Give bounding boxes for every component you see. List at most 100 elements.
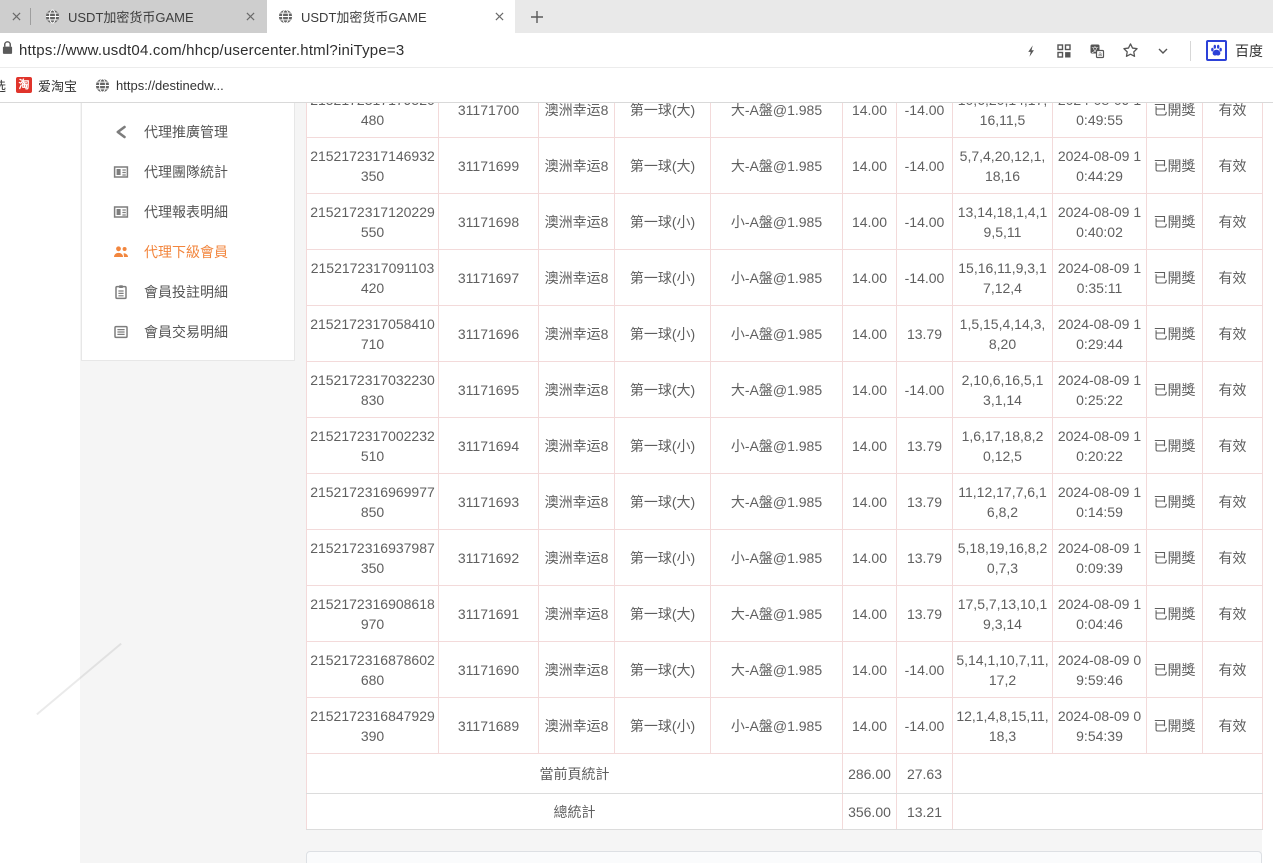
translate-icon[interactable]: 文a [1087, 40, 1107, 62]
cell-result: 1,6,17,18,8,20,12,5 [953, 418, 1053, 474]
cell-content: 大-A盤@1.985 [711, 362, 843, 418]
table-row: 215217231687860268031171690澳洲幸运8第一球(大)大-… [307, 642, 1263, 698]
cell-win-loss: 13.79 [897, 530, 953, 586]
sidebar-item[interactable]: 代理報表明細 [82, 192, 294, 232]
baidu-button[interactable]: 百度 [1206, 33, 1263, 68]
cell-valid: 有效 [1203, 698, 1263, 754]
sidebar-item-label: 會員交易明細 [144, 322, 228, 342]
cell-amount: 14.00 [843, 362, 897, 418]
bookmark-label: 爱淘宝 [38, 76, 77, 95]
cell-valid: 有效 [1203, 306, 1263, 362]
baidu-label: 百度 [1235, 41, 1263, 61]
cell-status: 已開獎 [1147, 586, 1203, 642]
cell-content: 小-A盤@1.985 [711, 418, 843, 474]
close-icon[interactable] [240, 7, 260, 27]
table-row: 215217231709110342031171697澳洲幸运8第一球(小)小-… [307, 250, 1263, 306]
cell-game: 澳洲幸运8 [539, 138, 615, 194]
cell-status: 已開獎 [1147, 530, 1203, 586]
close-icon[interactable] [489, 7, 509, 27]
cell-play: 第一球(大) [615, 474, 711, 530]
cell-valid: 有效 [1203, 103, 1263, 138]
cell-win-loss: -14.00 [897, 642, 953, 698]
sidebar-item[interactable]: 會員交易明細 [82, 312, 294, 352]
cell-time: 2024-08-09 10:20:22 [1053, 418, 1147, 474]
summary-amount: 286.00 [843, 754, 897, 794]
qr-grid-icon[interactable] [1054, 40, 1074, 62]
cell-result: 17,5,7,13,10,19,3,14 [953, 586, 1053, 642]
bookmark-item[interactable]: 选 [0, 76, 6, 95]
cell-play: 第一球(大) [615, 138, 711, 194]
cell-status: 已開獎 [1147, 250, 1203, 306]
cell-result: 5,7,4,20,12,1,18,16 [953, 138, 1053, 194]
tab-usdt-game-2-active[interactable]: USDT加密货币GAME [267, 0, 515, 33]
cell-amount: 14.00 [843, 474, 897, 530]
users-icon [112, 244, 129, 261]
cell-result: 5,18,19,16,8,20,7,3 [953, 530, 1053, 586]
cell-time: 2024-08-09 10:14:59 [1053, 474, 1147, 530]
taobao-icon: 淘 [16, 77, 32, 93]
summary-row: 總統計356.0013.21 [307, 794, 1263, 830]
close-icon[interactable] [6, 6, 26, 26]
tab-bar: USDT加密货币GAME USDT加密货币GAME [0, 0, 1273, 33]
sidebar-item-label: 代理團隊統計 [144, 162, 228, 182]
cell-win-loss: -14.00 [897, 698, 953, 754]
cell-time: 2024-08-09 10:44:29 [1053, 138, 1147, 194]
lock-icon [2, 40, 13, 60]
cell-order-no: 2152172317091103420 [307, 250, 439, 306]
cell-period: 31171696 [439, 306, 539, 362]
cell-amount: 14.00 [843, 530, 897, 586]
bookmark-label: 选 [0, 76, 6, 95]
summary-empty [953, 794, 1263, 830]
cell-win-loss: -14.00 [897, 362, 953, 418]
clipboard-icon [112, 284, 129, 301]
bet-table-body: 215217231717952048031171700澳洲幸运8第一球(大)大-… [307, 103, 1263, 830]
cell-result: 15,16,11,9,3,17,12,4 [953, 250, 1053, 306]
cell-period: 31171691 [439, 586, 539, 642]
cell-time: 2024-08-09 10:35:11 [1053, 250, 1147, 306]
cell-status: 已開獎 [1147, 306, 1203, 362]
tab-usdt-game-1[interactable]: USDT加密货币GAME [34, 0, 266, 33]
bookmark-item[interactable]: 淘爱淘宝 [16, 76, 77, 95]
cell-valid: 有效 [1203, 642, 1263, 698]
toolbar-separator [1190, 41, 1191, 61]
sidebar-item[interactable]: 代理團隊統計 [82, 152, 294, 192]
flash-icon[interactable] [1021, 40, 1041, 62]
cell-time: 2024-08-09 10:40:02 [1053, 194, 1147, 250]
sidebar-item[interactable]: 會員投註明細 [82, 272, 294, 312]
cell-play: 第一球(小) [615, 194, 711, 250]
baidu-paw-icon [1206, 40, 1227, 61]
cell-win-loss: -14.00 [897, 194, 953, 250]
cell-status: 已開獎 [1147, 103, 1203, 138]
address-bar[interactable]: https://www.usdt04.com/hhcp/usercenter.h… [0, 33, 1273, 68]
chevron-down-icon[interactable] [1153, 40, 1173, 62]
star-icon[interactable] [1120, 40, 1140, 62]
cell-play: 第一球(小) [615, 418, 711, 474]
cell-valid: 有效 [1203, 138, 1263, 194]
cell-win-loss: 13.79 [897, 418, 953, 474]
cell-play: 第一球(大) [615, 103, 711, 138]
tab-separator [30, 8, 31, 25]
summary-label: 當前頁統計 [307, 754, 843, 794]
globe-icon [95, 78, 110, 93]
cell-win-loss: -14.00 [897, 138, 953, 194]
bet-table: 215217231717952048031171700澳洲幸运8第一球(大)大-… [306, 103, 1263, 830]
sidebar-item[interactable]: 代理推廣管理 [82, 112, 294, 152]
table-row: 215217231705841071031171696澳洲幸运8第一球(小)小-… [307, 306, 1263, 362]
cell-content: 小-A盤@1.985 [711, 250, 843, 306]
new-tab-button[interactable] [524, 5, 550, 29]
summary-label: 總統計 [307, 794, 843, 830]
table-row: 215217231690861897031171691澳洲幸运8第一球(大)大-… [307, 586, 1263, 642]
cell-win-loss: 13.79 [897, 474, 953, 530]
url-text[interactable]: https://www.usdt04.com/hhcp/usercenter.h… [19, 42, 404, 59]
bookmark-item[interactable]: https://destinedw... [95, 78, 224, 93]
cell-result: 10,6,20,14,17,16,11,5 [953, 103, 1053, 138]
tab-title: USDT加密货币GAME [301, 7, 489, 26]
cell-amount: 14.00 [843, 103, 897, 138]
sidebar-item[interactable]: 代理下級會員 [82, 232, 294, 272]
cell-time: 2024-08-09 10:29:44 [1053, 306, 1147, 362]
table-row: 215217231714693235031171699澳洲幸运8第一球(大)大-… [307, 138, 1263, 194]
cell-order-no: 2152172316937987350 [307, 530, 439, 586]
cell-win-loss: 13.79 [897, 306, 953, 362]
cell-game: 澳洲幸运8 [539, 698, 615, 754]
address-bar-actions: 文a [1021, 33, 1195, 68]
